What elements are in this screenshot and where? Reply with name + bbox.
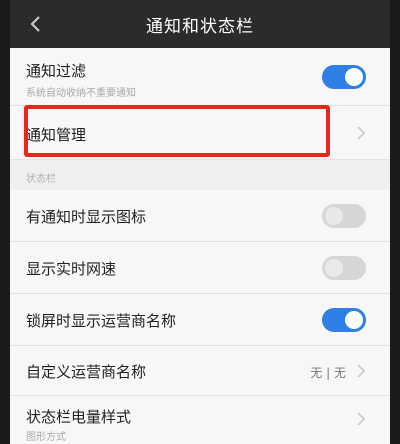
row-label: 锁屏时显示运营商名称 — [26, 312, 177, 330]
carrier-value: 无 | 无 — [310, 366, 346, 380]
phone-screen: 通知和状态栏 通知过滤 系统自动收纳不重要通知 通知管理 状态栏 有通知时显示图… — [10, 0, 390, 444]
row-carrier-lockscreen[interactable]: 锁屏时显示运营商名称 — [10, 294, 390, 346]
row-label: 显示实时网速 — [26, 260, 117, 278]
section-label: 状态栏 — [26, 174, 56, 185]
toggle-knob — [345, 68, 363, 86]
row-net-speed[interactable]: 显示实时网速 — [10, 242, 390, 294]
title-bar: 通知和状态栏 — [10, 0, 390, 48]
row-sublabel: 图形方式 — [26, 432, 66, 443]
row-label: 有通知时显示图标 — [26, 208, 147, 226]
chevron-right-icon — [357, 412, 366, 426]
toggle-knob — [325, 207, 343, 225]
row-label: 自定义运营商名称 — [26, 363, 147, 381]
page-title: 通知和状态栏 — [146, 17, 254, 37]
row-show-icon[interactable]: 有通知时显示图标 — [10, 190, 390, 242]
toggle-knob — [345, 311, 363, 329]
carrier-lockscreen-toggle[interactable] — [322, 308, 366, 332]
show-icon-toggle[interactable] — [322, 204, 366, 228]
chevron-right-icon — [357, 126, 366, 140]
section-header-status-bar: 状态栏 — [10, 160, 390, 190]
row-battery-style[interactable]: 状态栏电量样式 图形方式 — [10, 396, 390, 444]
net-speed-toggle[interactable] — [322, 256, 366, 280]
row-label: 状态栏电量样式 — [26, 408, 132, 426]
row-notification-filter[interactable]: 通知过滤 系统自动收纳不重要通知 — [10, 48, 390, 106]
toggle-knob — [325, 259, 343, 277]
row-sublabel: 系统自动收纳不重要通知 — [26, 88, 136, 99]
row-label: 通知过滤 — [26, 62, 87, 80]
highlight-box — [24, 105, 330, 157]
row-custom-carrier[interactable]: 自定义运营商名称 无 | 无 — [10, 346, 390, 396]
chevron-right-icon — [357, 364, 366, 378]
notification-filter-toggle[interactable] — [322, 65, 366, 89]
